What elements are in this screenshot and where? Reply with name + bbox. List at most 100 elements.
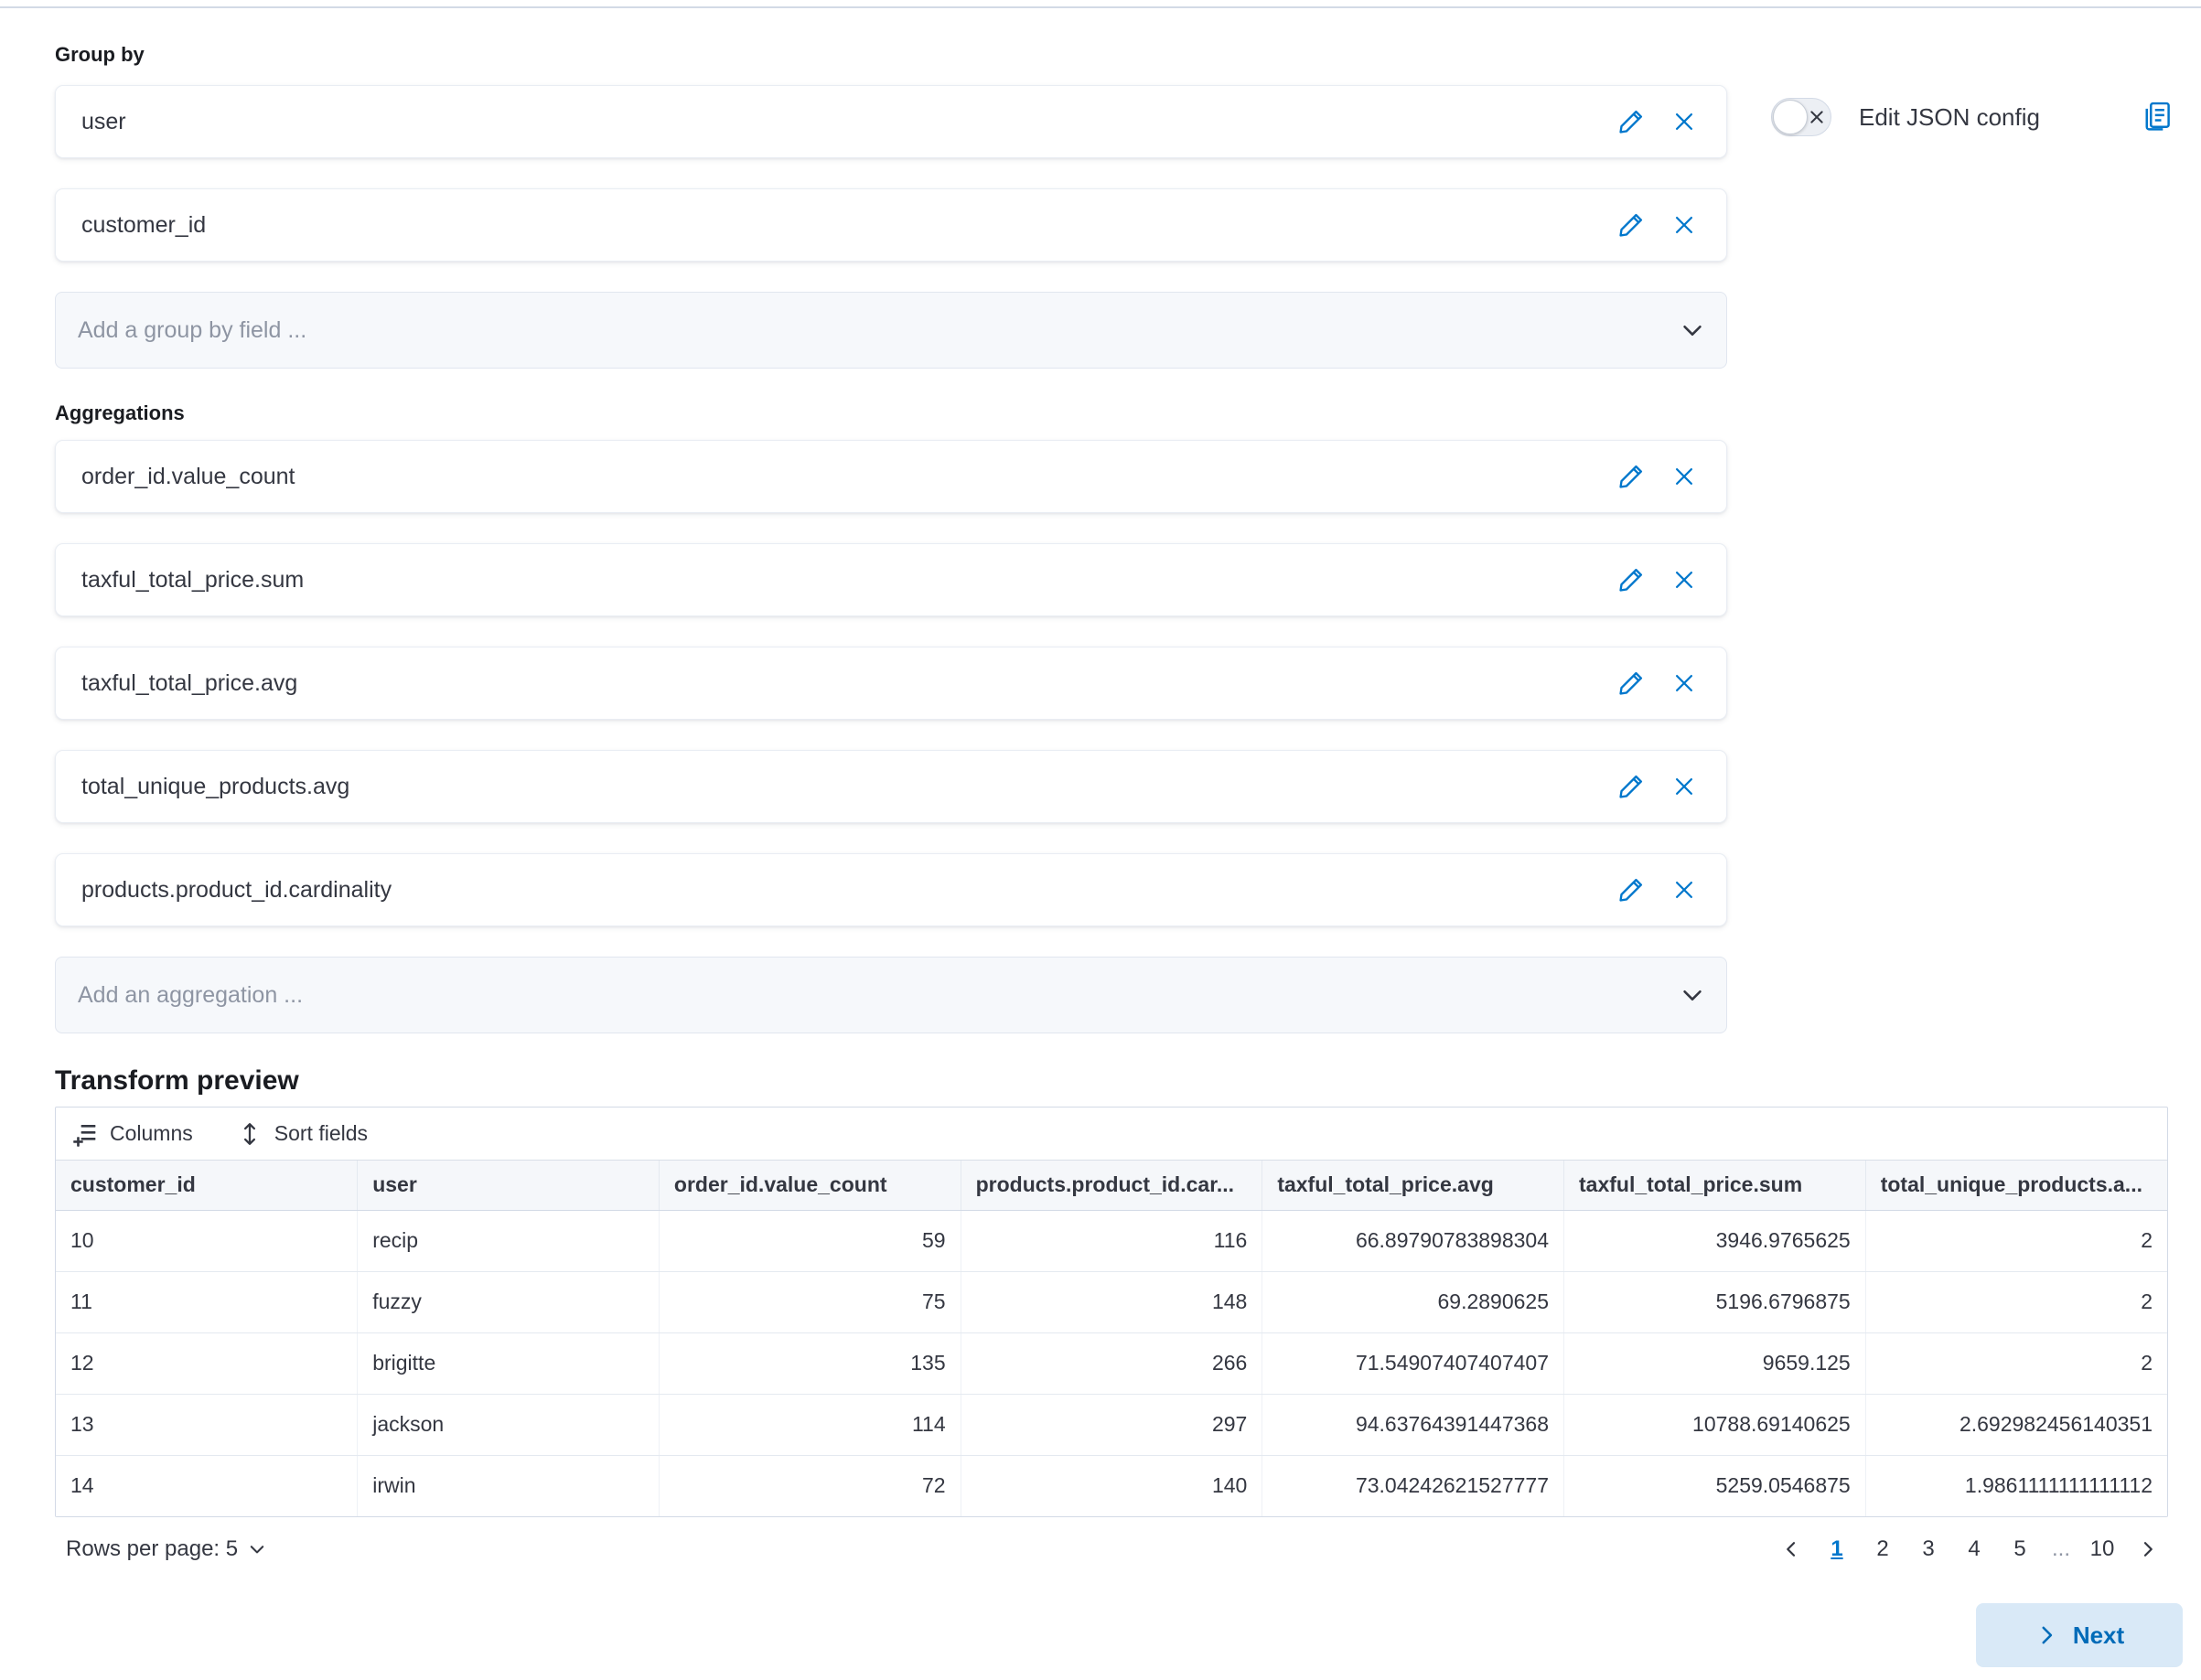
edit-aggregation-button[interactable]: [1609, 455, 1653, 498]
remove-aggregation-button[interactable]: [1662, 661, 1706, 705]
remove-aggregation-button[interactable]: [1662, 765, 1706, 808]
cell: 73.04242621527777: [1262, 1455, 1564, 1516]
edit-aggregation-button[interactable]: [1609, 765, 1653, 808]
cell: 297: [961, 1394, 1262, 1455]
column-header-taxful-total-price-sum[interactable]: taxful_total_price.sum: [1564, 1161, 1866, 1210]
next-button[interactable]: Next: [1976, 1603, 2183, 1667]
cell: irwin: [358, 1455, 660, 1516]
edit-aggregation-button[interactable]: [1609, 661, 1653, 705]
copy-to-clipboard-button[interactable]: [2141, 100, 2174, 135]
table-row: 12 brigitte 135 266 71.54907407407407 96…: [56, 1332, 2167, 1394]
cell: 148: [961, 1271, 1262, 1332]
pencil-icon: [1617, 876, 1645, 904]
pagination-bar: Rows per page: 5 1 2 3 4 5 ... 10: [55, 1523, 2168, 1576]
column-header-order-id-value-count[interactable]: order_id.value_count: [659, 1161, 961, 1210]
aggregation-item: taxful_total_price.avg: [55, 647, 1727, 720]
chevron-down-icon: [247, 1539, 267, 1559]
column-header-products-product-id-cardinality[interactable]: products.product_id.car...: [961, 1161, 1262, 1210]
aggregation-item-actions: [1609, 661, 1706, 705]
cell: 75: [659, 1271, 961, 1332]
columns-list-add-icon: [72, 1121, 98, 1147]
cell: 94.63764391447368: [1262, 1394, 1564, 1455]
next-page-button[interactable]: [2128, 1529, 2168, 1569]
cell: recip: [358, 1210, 660, 1271]
column-header-taxful-total-price-avg[interactable]: taxful_total_price.avg: [1262, 1161, 1564, 1210]
close-icon: [1671, 464, 1697, 489]
remove-aggregation-button[interactable]: [1662, 558, 1706, 602]
cell: 12: [56, 1332, 358, 1394]
cell: 135: [659, 1332, 961, 1394]
page-button-10[interactable]: 10: [2082, 1529, 2122, 1569]
aggregation-item: order_id.value_count: [55, 440, 1727, 513]
page-button-2[interactable]: 2: [1863, 1529, 1903, 1569]
close-icon: [1671, 109, 1697, 134]
edit-json-config-label: Edit JSON config: [1859, 103, 2040, 132]
column-header-customer-id[interactable]: customer_id: [56, 1161, 358, 1210]
pencil-icon: [1617, 211, 1645, 239]
remove-group-by-button[interactable]: [1662, 100, 1706, 144]
json-config-panel: Edit JSON config: [1771, 98, 2174, 136]
cell: 2: [1865, 1332, 2167, 1394]
preview-data-grid: Columns Sort fields customer_id user ord…: [55, 1107, 2168, 1517]
cell: 3946.9765625: [1564, 1210, 1866, 1271]
cell: 72: [659, 1455, 961, 1516]
aggregation-item-label: taxful_total_price.sum: [81, 567, 1609, 594]
transform-preview-title: Transform preview: [55, 1065, 2201, 1097]
cell: 59: [659, 1210, 961, 1271]
group-by-item-actions: [1609, 203, 1706, 247]
cell: 2.692982456140351: [1865, 1394, 2167, 1455]
chevron-down-icon: [1679, 316, 1706, 344]
add-aggregation-input[interactable]: [78, 982, 1679, 1009]
edit-group-by-button[interactable]: [1609, 203, 1653, 247]
cell: 13: [56, 1394, 358, 1455]
page-button-3[interactable]: 3: [1908, 1529, 1949, 1569]
cell: 5196.6796875: [1564, 1271, 1866, 1332]
aggregation-item-label: taxful_total_price.avg: [81, 670, 1609, 697]
cell: jackson: [358, 1394, 660, 1455]
edit-json-config-switch[interactable]: [1771, 98, 1831, 136]
rows-per-page-button[interactable]: Rows per page: 5: [55, 1536, 267, 1562]
close-icon: [1671, 877, 1697, 903]
cell: 2: [1865, 1210, 2167, 1271]
table-row: 10 recip 59 116 66.89790783898304 3946.9…: [56, 1210, 2167, 1271]
close-icon: [1671, 774, 1697, 799]
add-group-by-field[interactable]: [55, 292, 1727, 369]
sort-fields-button[interactable]: Sort fields: [237, 1121, 368, 1147]
edit-aggregation-button[interactable]: [1609, 558, 1653, 602]
close-icon: [1671, 212, 1697, 238]
add-aggregation-field[interactable]: [55, 957, 1727, 1033]
cell: 114: [659, 1394, 961, 1455]
close-icon: [1671, 567, 1697, 593]
aggregation-item-actions: [1609, 765, 1706, 808]
pencil-icon: [1617, 566, 1645, 594]
sort-fields-button-label: Sort fields: [274, 1121, 368, 1146]
add-group-by-input[interactable]: [78, 317, 1679, 344]
cell: 1.9861111111111112: [1865, 1455, 2167, 1516]
pencil-icon: [1617, 463, 1645, 490]
edit-group-by-button[interactable]: [1609, 100, 1653, 144]
cell: 14: [56, 1455, 358, 1516]
page-button-1[interactable]: 1: [1817, 1529, 1857, 1569]
chevron-left-icon: [1780, 1538, 1802, 1560]
rows-per-page-label: Rows per page: 5: [66, 1536, 238, 1562]
cell: 5259.0546875: [1564, 1455, 1866, 1516]
table-row: 14 irwin 72 140 73.04242621527777 5259.0…: [56, 1455, 2167, 1516]
aggregation-item-label: order_id.value_count: [81, 464, 1609, 490]
remove-aggregation-button[interactable]: [1662, 455, 1706, 498]
column-header-total-unique-products-avg[interactable]: total_unique_products.a...: [1865, 1161, 2167, 1210]
page-button-5[interactable]: 5: [2000, 1529, 2040, 1569]
remove-group-by-button[interactable]: [1662, 203, 1706, 247]
transform-config-form: Group by user customer_id Aggregat: [55, 43, 1727, 1033]
cell: 10: [56, 1210, 358, 1271]
cell: fuzzy: [358, 1271, 660, 1332]
group-by-item-user: user: [55, 85, 1727, 158]
table-header-row: customer_id user order_id.value_count pr…: [56, 1161, 2167, 1210]
edit-aggregation-button[interactable]: [1609, 868, 1653, 912]
sortable-icon: [237, 1121, 263, 1147]
remove-aggregation-button[interactable]: [1662, 868, 1706, 912]
column-header-user[interactable]: user: [358, 1161, 660, 1210]
previous-page-button[interactable]: [1771, 1529, 1811, 1569]
columns-button[interactable]: Columns: [72, 1121, 193, 1147]
pencil-icon: [1617, 108, 1645, 135]
page-button-4[interactable]: 4: [1954, 1529, 1994, 1569]
